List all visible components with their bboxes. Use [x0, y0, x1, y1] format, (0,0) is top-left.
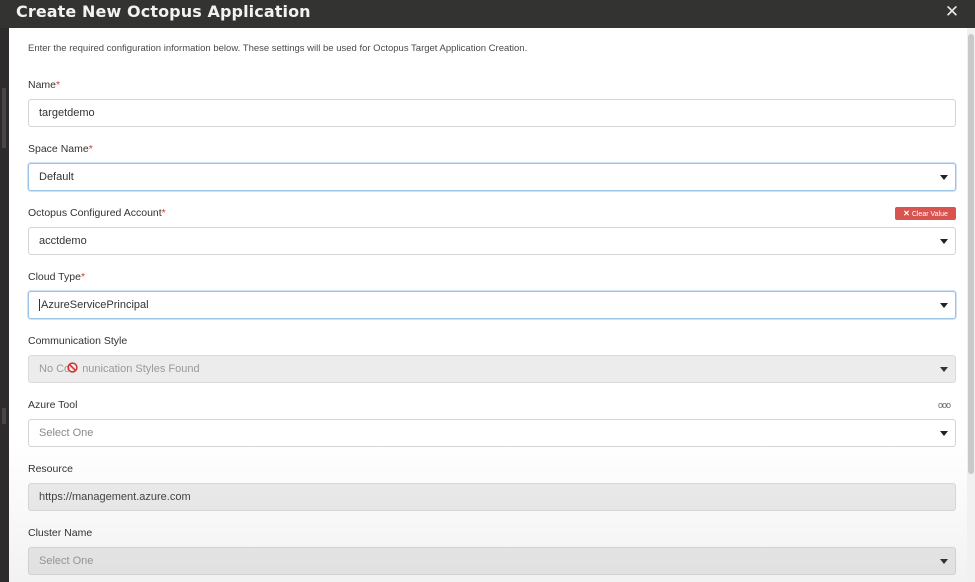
close-icon[interactable]: ✕: [941, 2, 963, 24]
resource-input[interactable]: https://management.azure.com: [28, 483, 956, 511]
clear-value-button[interactable]: ✕ Clear Value: [895, 207, 956, 220]
communication-style-value-end: nunication Styles Found: [82, 363, 200, 375]
account-label: Octopus Configured Account*: [28, 207, 166, 219]
scrollbar[interactable]: [967, 28, 975, 582]
cloud-type-value: AzureServicePrincipal: [41, 299, 149, 311]
cluster-name-label: Cluster Name: [28, 527, 93, 539]
communication-style-value-start: No Co: [39, 363, 71, 375]
dialog-titlebar: Create New Octopus Application ✕: [0, 0, 975, 28]
background-strip: [0, 28, 9, 582]
communication-style-label: Communication Style: [28, 335, 128, 347]
azure-tool-label: Azure Tool: [28, 399, 78, 411]
name-label-text: Name: [28, 79, 57, 91]
space-name-label-text: Space Name: [28, 143, 89, 155]
cluster-name-select[interactable]: Select One: [28, 547, 956, 575]
name-value: targetdemo: [39, 107, 95, 119]
text-cursor: [39, 299, 40, 312]
resource-label: Resource: [28, 463, 73, 475]
required-marker: *: [80, 271, 86, 283]
space-name-select[interactable]: Default: [28, 163, 956, 191]
intro-text: Enter the required configuration informa…: [28, 43, 528, 54]
chevron-down-icon: [940, 559, 948, 564]
name-label: Name*: [28, 79, 60, 91]
required-marker: *: [161, 207, 166, 219]
required-marker: *: [88, 143, 93, 155]
chevron-down-icon: [940, 367, 948, 372]
cloud-type-label: Cloud Type*: [28, 271, 85, 283]
communication-style-select[interactable]: No Co nunication Styles Found: [28, 355, 956, 383]
account-value: acctdemo: [39, 235, 87, 247]
cloud-type-select[interactable]: AzureServicePrincipal: [28, 291, 956, 319]
account-label-text: Octopus Configured Account: [28, 207, 162, 219]
space-name-value: Default: [39, 171, 74, 183]
not-allowed-icon: [67, 362, 78, 373]
cluster-name-value: Select One: [39, 555, 94, 567]
cloud-type-label-text: Cloud Type: [28, 271, 81, 283]
background-mark: [2, 88, 6, 148]
azure-tool-select[interactable]: Select One: [28, 419, 956, 447]
scrollbar-thumb[interactable]: [968, 34, 974, 474]
azure-tool-value: Select One: [39, 427, 94, 439]
chevron-down-icon: [940, 239, 948, 244]
background-mark: [2, 408, 6, 424]
more-horizontal-icon[interactable]: ooo: [938, 400, 956, 410]
account-select[interactable]: acctdemo: [28, 227, 956, 255]
name-input[interactable]: targetdemo: [28, 99, 956, 127]
space-name-label: Space Name*: [28, 143, 93, 155]
chevron-down-icon: [940, 303, 948, 308]
dialog-title: Create New Octopus Application: [16, 2, 311, 21]
resource-value: https://management.azure.com: [39, 491, 191, 503]
chevron-down-icon: [940, 431, 948, 436]
clear-icon: ✕: [903, 209, 910, 218]
required-marker: *: [56, 79, 61, 91]
clear-value-label: Clear Value: [911, 211, 948, 218]
chevron-down-icon: [940, 175, 948, 180]
